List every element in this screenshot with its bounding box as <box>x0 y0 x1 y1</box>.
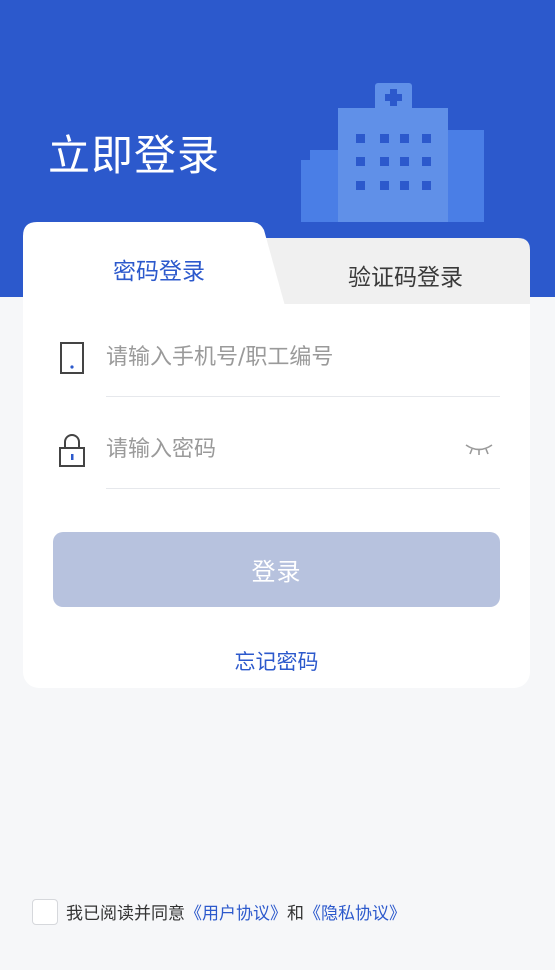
agreement-checkbox[interactable] <box>32 898 58 925</box>
phone-field <box>53 317 500 397</box>
password-input[interactable] <box>106 429 446 469</box>
tab-password-login[interactable]: 密码登录 <box>23 252 295 286</box>
page-title: 立即登录 <box>48 131 221 180</box>
agreement-conjunction: 和 <box>287 904 304 924</box>
tab-code-login[interactable]: 验证码登录 <box>281 258 530 292</box>
hospital-building-icon <box>301 83 484 222</box>
eye-closed-icon[interactable] <box>464 439 494 459</box>
agreement-prefix: 我已阅读并同意 <box>66 904 185 924</box>
user-agreement-link[interactable]: 《用户协议》 <box>185 899 287 924</box>
privacy-agreement-link[interactable]: 《隐私协议》 <box>304 899 406 924</box>
phone-input[interactable] <box>106 337 446 377</box>
forgot-password-link[interactable]: 忘记密码 <box>23 646 530 676</box>
phone-icon <box>60 342 84 374</box>
lock-icon <box>59 434 85 467</box>
phone-field-underline <box>106 396 500 397</box>
login-card: 密码登录 验证码登录 登录 忘记密码 <box>23 222 530 688</box>
password-field-underline <box>106 488 500 489</box>
login-button[interactable]: 登录 <box>53 532 500 607</box>
password-field <box>53 409 500 489</box>
agreement-row: 我已阅读并同意 《用户协议》 和 《隐私协议》 <box>32 898 406 925</box>
